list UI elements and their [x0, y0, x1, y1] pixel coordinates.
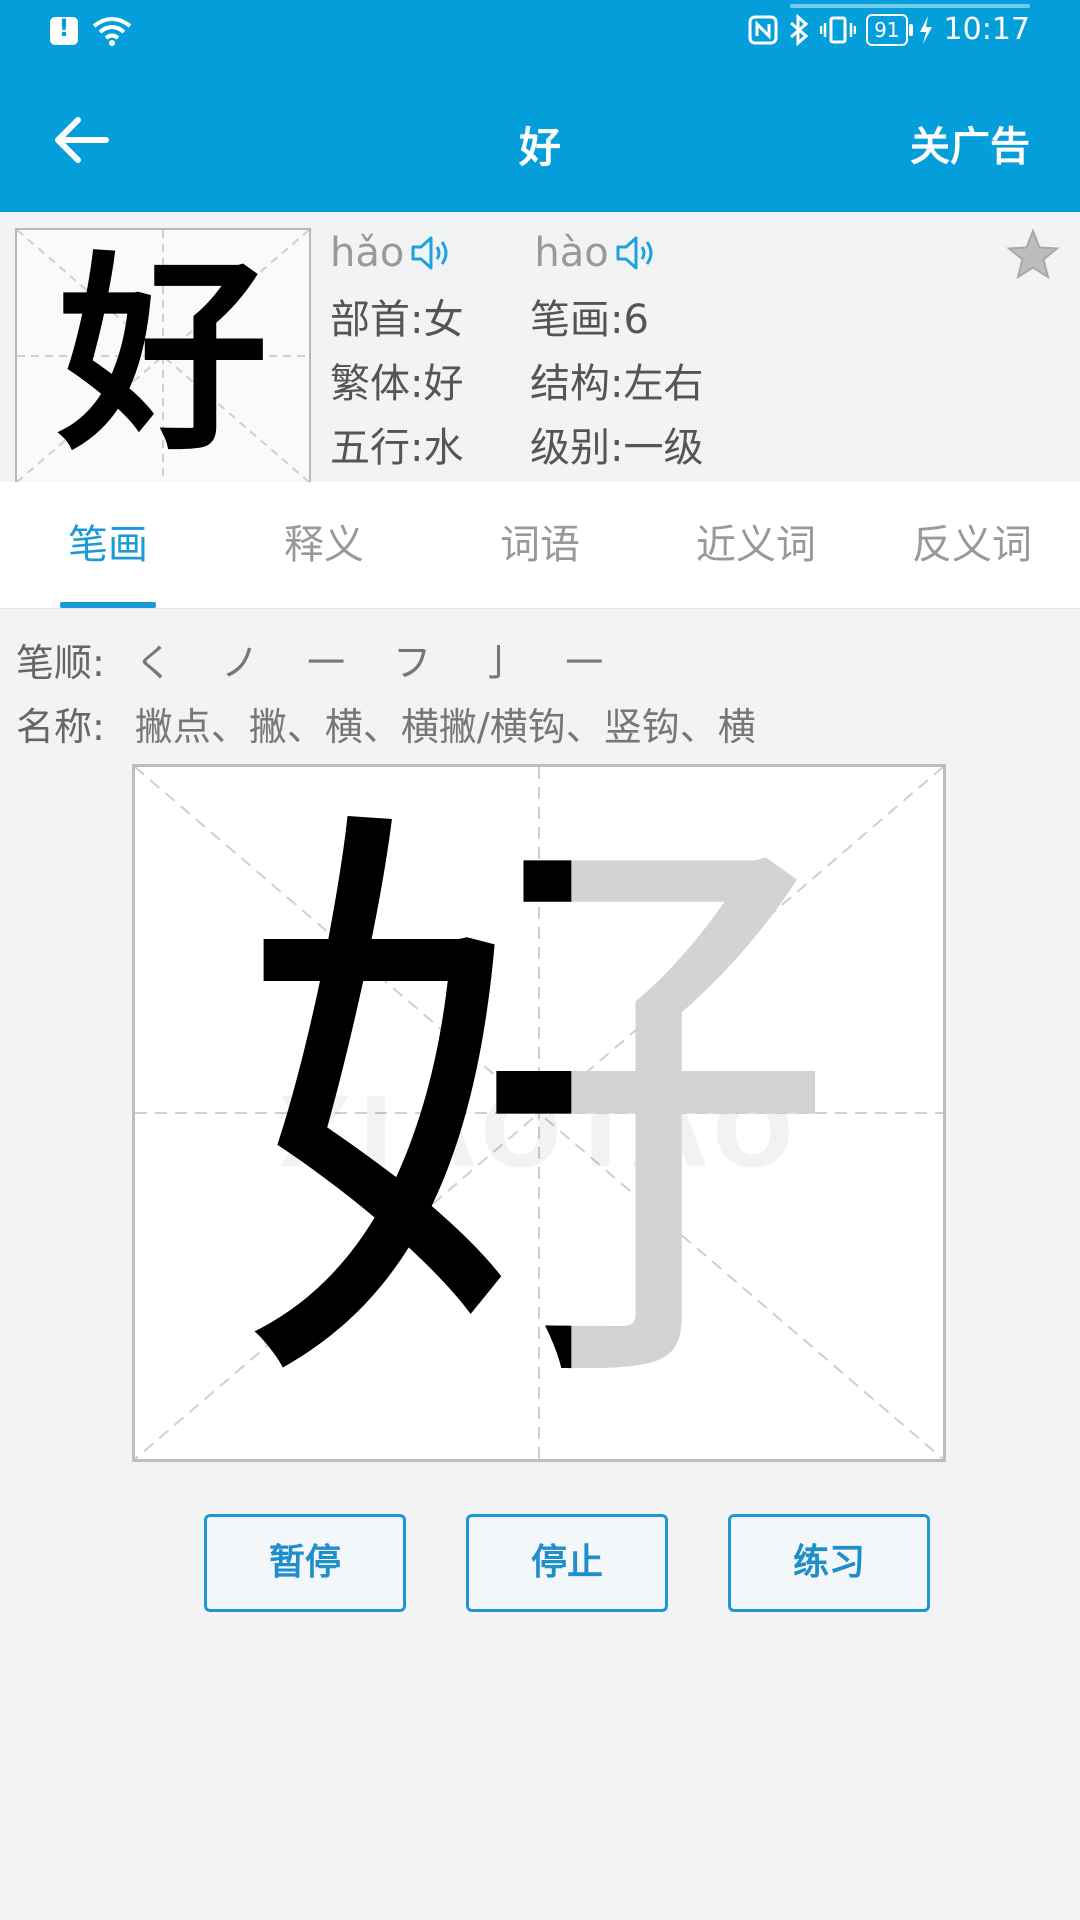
- active-tab-indicator: [60, 602, 156, 608]
- tab-words[interactable]: 词语: [432, 482, 648, 608]
- app-bar: 好 关广告: [0, 70, 1080, 212]
- character-info-panel: 好 hǎo hào 部首:女 笔画:6 繁体:好 结构:左右 五行:水 级别:一…: [0, 212, 1080, 484]
- stroke-order-label: 笔顺:: [16, 641, 105, 685]
- vibrate-icon: [820, 16, 857, 43]
- notification-icon: [50, 14, 78, 45]
- arrow-left-icon[interactable]: [50, 112, 114, 168]
- tab-definition[interactable]: 释义: [216, 482, 432, 608]
- star-icon[interactable]: [1006, 228, 1060, 282]
- status-indicator-line: [790, 4, 1030, 8]
- pinyin-item[interactable]: hǎo: [330, 230, 454, 276]
- charging-icon: [919, 15, 932, 44]
- status-right: 91 10:17: [748, 12, 1030, 47]
- tab-bar: 笔画 释义 词语 近义词 反义词: [0, 482, 1080, 609]
- nfc-icon: [748, 15, 778, 44]
- stroke-order-value: く ノ 一 フ 亅 一: [134, 641, 622, 685]
- attr-level: 级别:一级: [530, 425, 704, 471]
- character-preview: 好: [15, 228, 311, 484]
- status-left: [50, 14, 132, 46]
- attr-stroke-count: 笔画:6: [530, 297, 649, 343]
- stop-button[interactable]: 停止: [466, 1514, 668, 1612]
- attr-five-elements: 五行:水: [330, 425, 464, 471]
- action-buttons: 暂停 停止 练习: [204, 1514, 930, 1612]
- stroke-order-row: 笔顺: く ノ 一 フ 亅 一: [16, 632, 621, 687]
- attr-radical: 部首:女: [330, 297, 464, 343]
- close-ad-button[interactable]: 关广告: [910, 114, 1030, 172]
- pinyin-item[interactable]: hào: [534, 230, 658, 276]
- pinyin-text: hào: [534, 230, 609, 276]
- speaker-icon[interactable]: [410, 235, 454, 271]
- attr-traditional: 繁体:好: [330, 361, 464, 407]
- bluetooth-icon: [790, 13, 809, 46]
- attribute-grid: 部首:女 笔画:6 繁体:好 结构:左右 五行:水 级别:一级: [330, 296, 770, 472]
- status-time: 10:17: [943, 12, 1030, 47]
- character-glyph: 好: [57, 232, 268, 479]
- wifi-icon: [92, 17, 132, 46]
- tab-antonyms[interactable]: 反义词: [864, 482, 1080, 608]
- status-bar: 91 10:17: [0, 0, 1080, 70]
- practice-button[interactable]: 练习: [728, 1514, 930, 1612]
- attr-structure: 结构:左右: [530, 361, 704, 407]
- stroke-names-label: 名称:: [16, 705, 105, 749]
- pinyin-text: hǎo: [330, 230, 405, 276]
- tab-strokes[interactable]: 笔画: [0, 482, 216, 608]
- speaker-icon[interactable]: [615, 235, 659, 271]
- stroke-names-row: 名称: 撇点、撇、横、横撇/横钩、竖钩、横: [16, 696, 756, 751]
- pinyin-row: hǎo hào: [330, 230, 659, 276]
- stroke-animation-canvas: XIAOTAO 好 好: [132, 764, 946, 1462]
- tab-synonyms[interactable]: 近义词: [648, 482, 864, 608]
- stroke-names-value: 撇点、撇、横、横撇/横钩、竖钩、横: [134, 705, 756, 749]
- battery-indicator: 91: [866, 13, 914, 46]
- pause-button[interactable]: 暂停: [204, 1514, 406, 1612]
